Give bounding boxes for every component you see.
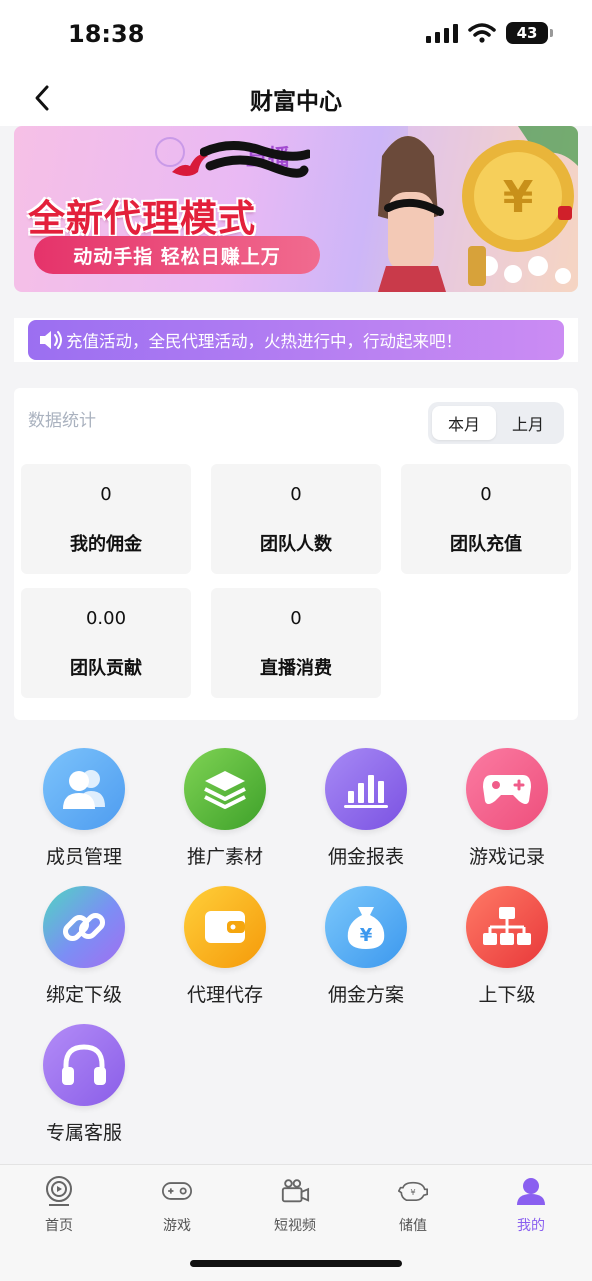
stat-card-team-recharge[interactable]: 0 团队充值 — [401, 464, 571, 574]
tool-customer-service[interactable]: 专属客服 — [19, 1024, 149, 1154]
stat-card-my-commission[interactable]: 0 我的佣金 — [21, 464, 191, 574]
tool-agent-deposit[interactable]: 代理代存 — [160, 886, 290, 1016]
tool-label: 游戏记录 — [468, 846, 545, 868]
tool-label: 代理代存 — [186, 984, 263, 1006]
stat-label: 直播消费 — [260, 658, 332, 679]
layers-icon — [184, 748, 266, 830]
tab-label: 我的 — [517, 1218, 545, 1234]
tool-promo-materials[interactable]: 推广素材 — [160, 748, 290, 878]
cellular-signal-icon — [426, 24, 458, 43]
tool-hierarchy[interactable]: 上下级 — [442, 886, 572, 1016]
svg-text:¥: ¥ — [360, 925, 373, 946]
tool-label: 上下级 — [478, 984, 536, 1006]
tab-label: 短视频 — [274, 1218, 316, 1234]
gamepad-icon — [466, 748, 548, 830]
stats-panel: 数据统计 本月 上月 0 我的佣金 0 团队人数 0 团队充值 0.00 团队贡… — [14, 388, 578, 720]
tool-label: 绑定下级 — [45, 984, 122, 1006]
members-icon — [43, 748, 125, 830]
hierarchy-icon — [466, 886, 548, 968]
tool-label: 佣金方案 — [327, 984, 404, 1006]
tab-profile[interactable]: 我的 — [472, 1175, 590, 1245]
stat-value: 0 — [480, 484, 492, 505]
wifi-icon — [468, 23, 496, 43]
stat-value: 0 — [290, 484, 302, 505]
page-title: 财富中心 — [250, 89, 342, 115]
redaction-scribble — [200, 141, 310, 178]
tool-label: 成员管理 — [45, 846, 122, 868]
period-toggle: 本月 上月 — [428, 402, 564, 444]
banner-slogan: 动动手指 轻松日赚上万 — [34, 236, 320, 274]
profile-icon — [516, 1175, 546, 1207]
period-this-month[interactable]: 本月 — [432, 406, 496, 440]
home-play-icon — [44, 1175, 74, 1207]
banner-illustration: ¥ — [378, 126, 578, 292]
status-bar: 18:38 43 — [0, 0, 592, 70]
tab-home[interactable]: 首页 — [0, 1175, 118, 1245]
headset-icon — [43, 1024, 125, 1106]
status-time: 18:38 — [68, 20, 145, 48]
bar-chart-icon — [325, 748, 407, 830]
svg-text:¥: ¥ — [503, 172, 534, 223]
speaker-icon — [38, 329, 64, 351]
video-camera-icon — [280, 1175, 310, 1207]
home-indicator — [190, 1260, 402, 1267]
notice-bar[interactable]: 充值活动，全民代理活动，火热进行中，行动起来吧！ — [28, 320, 564, 360]
tab-short-video[interactable]: 短视频 — [236, 1175, 354, 1245]
stats-title: 数据统计 — [28, 411, 96, 431]
tab-deposit[interactable]: ¥ 储值 — [354, 1175, 472, 1245]
stat-label: 团队充值 — [450, 534, 522, 555]
stat-card-team-size[interactable]: 0 团队人数 — [211, 464, 381, 574]
tool-label: 佣金报表 — [327, 846, 404, 868]
tool-member-management[interactable]: 成员管理 — [19, 748, 149, 878]
stat-card-live-spending[interactable]: 0 直播消费 — [211, 588, 381, 698]
tool-label: 专属客服 — [45, 1122, 122, 1144]
tool-game-records[interactable]: 游戏记录 — [442, 748, 572, 878]
tool-commission-report[interactable]: 佣金报表 — [301, 748, 431, 878]
stat-label: 我的佣金 — [70, 534, 142, 555]
tool-label: 推广素材 — [186, 846, 263, 868]
stat-value: 0 — [100, 484, 112, 505]
tab-games[interactable]: 游戏 — [118, 1175, 236, 1245]
svg-text:¥: ¥ — [410, 1187, 415, 1197]
tool-bind-subordinate[interactable]: 绑定下级 — [19, 886, 149, 1016]
tool-commission-plan[interactable]: ¥ 佣金方案 — [301, 886, 431, 1016]
piggy-bank-icon: ¥ — [398, 1175, 428, 1207]
period-last-month[interactable]: 上月 — [496, 406, 560, 440]
promo-banner[interactable]: 直播 全新代理模式 动动手指 轻松日赚上万 ¥ — [14, 126, 578, 292]
tab-label: 储值 — [399, 1218, 427, 1234]
battery-indicator: 43 — [506, 22, 553, 44]
tab-label: 游戏 — [163, 1218, 191, 1234]
banner-headline: 全新代理模式 — [28, 197, 256, 240]
link-icon — [43, 886, 125, 968]
nav-bar: 财富中心 — [0, 70, 592, 126]
stat-value: 0 — [290, 608, 302, 629]
stat-label: 团队人数 — [260, 534, 332, 555]
stat-label: 团队贡献 — [70, 658, 142, 679]
stat-value: 0.00 — [85, 608, 127, 629]
stat-card-team-contribution[interactable]: 0.00 团队贡献 — [21, 588, 191, 698]
notice-text: 充值活动，全民代理活动，火热进行中，行动起来吧！ — [66, 332, 462, 351]
gamepad-icon — [162, 1175, 192, 1207]
money-bag-icon: ¥ — [325, 886, 407, 968]
wallet-icon — [184, 886, 266, 968]
tab-label: 首页 — [45, 1218, 73, 1234]
